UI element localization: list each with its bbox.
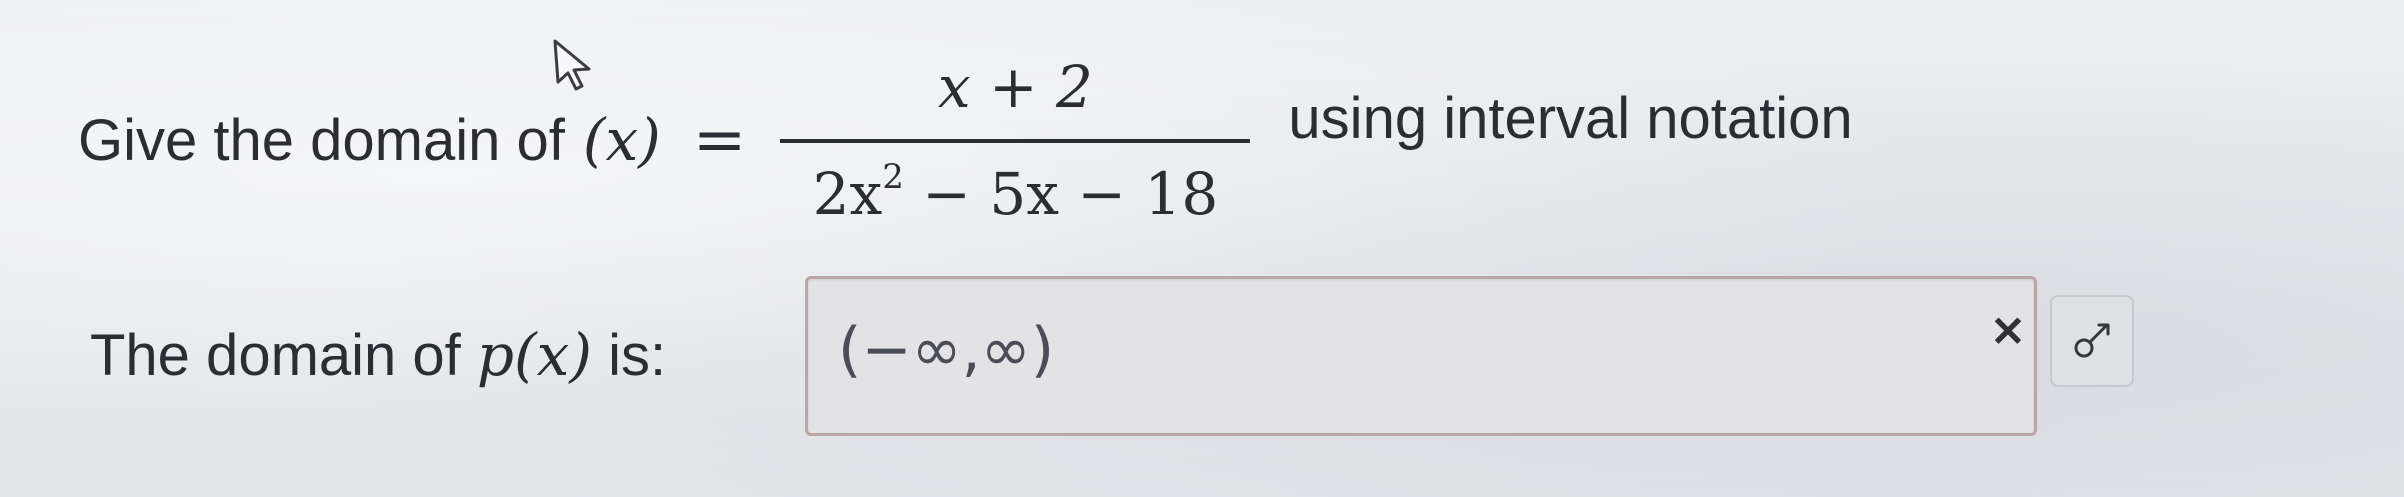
fraction-denominator: 2x2 − 5x − 18 [813, 143, 1219, 228]
question-prefix: Give the domain of [78, 107, 565, 173]
edit-tool-button[interactable] [2050, 295, 2134, 387]
answer-label-suffix: is: [608, 323, 667, 388]
question-text: Give the domain of (x) = x + 2 2x2 − 5x … [78, 52, 1853, 228]
answer-label-prefix: The domain of [90, 323, 461, 388]
answer-label-math: p(x) [476, 321, 592, 389]
equals-sign: = [692, 103, 747, 177]
answer-row: The domain of p(x) is: [90, 285, 694, 425]
denominator-suffix: − 5x − 18 [903, 159, 1219, 228]
pencil-icon [2074, 323, 2110, 358]
domain-answer-input[interactable]: (−∞,∞) [805, 276, 2037, 436]
fraction-numerator: x + 2 [937, 52, 1093, 121]
answer-label: The domain of p(x) is: [90, 321, 666, 389]
answer-value: (−∞,∞) [838, 315, 1055, 385]
rational-function: x + 2 2x2 − 5x − 18 [780, 52, 1251, 228]
question-suffix: using interval notation [1288, 85, 1853, 151]
exponent: 2 [882, 156, 904, 197]
denominator-prefix: 2x [812, 159, 883, 228]
function-expression: (x) [582, 106, 661, 174]
clear-answer-button[interactable]: ✕ [1990, 311, 2026, 353]
